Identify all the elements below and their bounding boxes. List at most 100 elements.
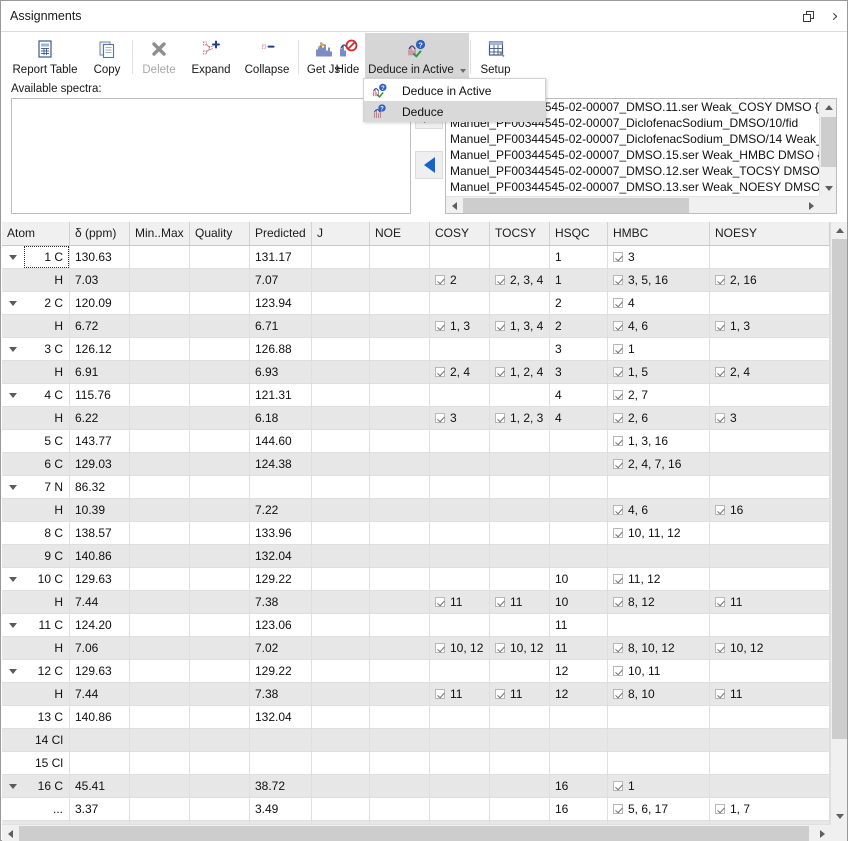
predicted-cell[interactable]	[250, 729, 312, 751]
hsqc-cell[interactable]	[550, 453, 608, 475]
noe-cell[interactable]	[370, 338, 430, 360]
shift-cell[interactable]: 7.44	[70, 591, 130, 613]
hsqc-cell[interactable]: 2	[550, 292, 608, 314]
minmax-cell[interactable]	[130, 269, 190, 291]
table-row[interactable]: 5 C 143.77 144.60 1, 3, 16	[2, 430, 830, 453]
shift-cell[interactable]: 130.63	[70, 246, 130, 268]
column-header[interactable]: Min..Max	[130, 222, 190, 245]
scroll-right-button[interactable]	[803, 197, 819, 213]
noesy-cell[interactable]	[710, 384, 830, 406]
table-row[interactable]: 1 C 130.63 131.17 1 3	[2, 246, 830, 269]
noesy-cell[interactable]	[710, 752, 830, 774]
noesy-cell[interactable]	[710, 453, 830, 475]
expand-toggle[interactable]	[2, 775, 24, 797]
predicted-cell[interactable]: 7.02	[250, 637, 312, 659]
column-header[interactable]: COSY	[430, 222, 490, 245]
j-cell[interactable]	[312, 338, 370, 360]
copy-button[interactable]: Copy	[84, 33, 130, 81]
noe-cell[interactable]	[370, 384, 430, 406]
tocsy-cell[interactable]	[490, 292, 550, 314]
report-table-button[interactable]: Report Table	[7, 33, 83, 81]
checkbox-checked[interactable]	[495, 321, 505, 331]
column-header[interactable]: HSQC	[550, 222, 608, 245]
table-row[interactable]: 14 Cl	[2, 729, 830, 752]
table-row[interactable]: H 7.06 7.02 10, 12 10, 12 11 8, 10, 12 10, 12	[2, 637, 830, 660]
minmax-cell[interactable]	[130, 545, 190, 567]
cosy-cell[interactable]	[430, 775, 490, 797]
table-row[interactable]: 8 C 138.57 133.96 10, 11, 12	[2, 522, 830, 545]
predicted-cell[interactable]: 131.17	[250, 246, 312, 268]
column-header[interactable]: TOCSY	[490, 222, 550, 245]
hsqc-cell[interactable]: 3	[550, 361, 608, 383]
hsqc-cell[interactable]	[550, 430, 608, 452]
checkbox-checked[interactable]	[715, 689, 725, 699]
table-row[interactable]: 15 Cl	[2, 752, 830, 775]
noe-cell[interactable]	[370, 361, 430, 383]
tocsy-cell[interactable]	[490, 499, 550, 521]
noe-cell[interactable]	[370, 430, 430, 452]
table-row[interactable]: 3 C 126.12 126.88 3 1	[2, 338, 830, 361]
quality-cell[interactable]	[190, 453, 250, 475]
column-header[interactable]: NOESY	[710, 222, 830, 245]
tocsy-cell[interactable]: 2, 3, 4	[490, 269, 550, 291]
spectra-list-item[interactable]: Manuel_PF00344545-02-00007_DiclofenacSod…	[446, 131, 819, 147]
predicted-cell[interactable]: 124.38	[250, 453, 312, 475]
atom-cell[interactable]: H	[2, 637, 70, 659]
checkbox-checked[interactable]	[613, 252, 623, 262]
expand-button[interactable]: Expand	[185, 33, 237, 81]
noesy-cell[interactable]: 11	[710, 683, 830, 705]
predicted-cell[interactable]: 7.38	[250, 591, 312, 613]
scrollbar-thumb[interactable]	[463, 198, 689, 213]
noe-cell[interactable]	[370, 683, 430, 705]
minmax-cell[interactable]	[130, 315, 190, 337]
j-cell[interactable]	[312, 430, 370, 452]
quality-cell[interactable]	[190, 315, 250, 337]
shift-cell[interactable]: 7.44	[70, 683, 130, 705]
expand-toggle[interactable]	[2, 246, 24, 268]
checkbox-checked[interactable]	[435, 597, 445, 607]
hsqc-cell[interactable]	[550, 522, 608, 544]
hmbc-cell[interactable]: 4	[608, 292, 710, 314]
predicted-cell[interactable]: 133.96	[250, 522, 312, 544]
quality-cell[interactable]	[190, 384, 250, 406]
atom-cell[interactable]: 5 C	[2, 430, 70, 452]
table-row[interactable]: H 7.44 7.38 11 11 12 8, 10 11	[2, 683, 830, 706]
noe-cell[interactable]	[370, 591, 430, 613]
j-cell[interactable]	[312, 729, 370, 751]
hsqc-cell[interactable]	[550, 545, 608, 567]
predicted-cell[interactable]: 6.71	[250, 315, 312, 337]
cosy-cell[interactable]	[430, 752, 490, 774]
predicted-cell[interactable]: 123.94	[250, 292, 312, 314]
quality-cell[interactable]	[190, 683, 250, 705]
shift-cell[interactable]: 138.57	[70, 522, 130, 544]
table-row[interactable]: 9 C 140.86 132.04	[2, 545, 830, 568]
j-cell[interactable]	[312, 246, 370, 268]
tocsy-cell[interactable]	[490, 798, 550, 820]
predicted-cell[interactable]: 129.22	[250, 660, 312, 682]
checkbox-checked[interactable]	[613, 344, 623, 354]
tocsy-cell[interactable]	[490, 384, 550, 406]
predicted-cell[interactable]: 129.22	[250, 568, 312, 590]
noe-cell[interactable]	[370, 752, 430, 774]
atom-cell[interactable]: 4 C	[2, 384, 70, 406]
hsqc-cell[interactable]	[550, 729, 608, 751]
hmbc-cell[interactable]: 1	[608, 338, 710, 360]
quality-cell[interactable]	[190, 545, 250, 567]
checkbox-checked[interactable]	[715, 321, 725, 331]
scrollbar-thumb[interactable]	[19, 826, 809, 841]
menu-item-deduce[interactable]: ? Deduce	[364, 101, 545, 122]
checkbox-checked[interactable]	[613, 804, 623, 814]
tocsy-cell[interactable]	[490, 545, 550, 567]
predicted-cell[interactable]: 126.88	[250, 338, 312, 360]
cosy-cell[interactable]: 1, 3	[430, 315, 490, 337]
cosy-cell[interactable]: 2	[430, 269, 490, 291]
table-row[interactable]: 16 C 45.41 38.72 16 1	[2, 775, 830, 798]
table-row[interactable]: 13 C 140.86 132.04	[2, 706, 830, 729]
table-row[interactable]: 10 C 129.63 129.22 10 11, 12	[2, 568, 830, 591]
scroll-up-button[interactable]	[831, 222, 847, 238]
hmbc-cell[interactable]	[608, 706, 710, 728]
scroll-up-button[interactable]	[820, 99, 836, 115]
predicted-cell[interactable]: 132.04	[250, 545, 312, 567]
minmax-cell[interactable]	[130, 453, 190, 475]
tocsy-cell[interactable]: 11	[490, 591, 550, 613]
